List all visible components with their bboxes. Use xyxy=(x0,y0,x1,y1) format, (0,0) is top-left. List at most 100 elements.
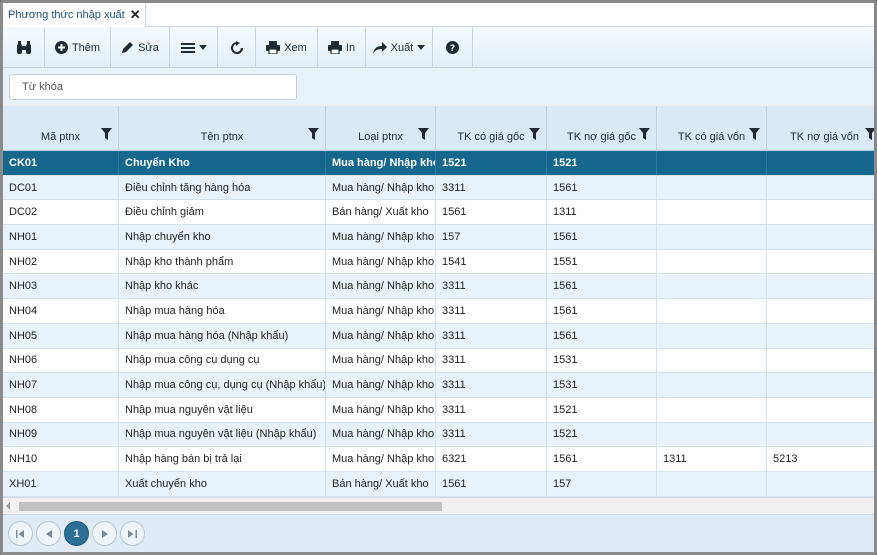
column-header[interactable]: TK nợ giá gốc xyxy=(547,106,657,151)
table-cell: Mua hàng/ Nhập kho xyxy=(326,225,436,249)
table-cell: 3311 xyxy=(436,397,547,422)
table-cell: Nhập hàng bán bị trả lại xyxy=(119,447,326,471)
help-button[interactable]: ? xyxy=(433,27,473,68)
table-cell: 1561 xyxy=(547,274,657,299)
print-label: In xyxy=(345,41,356,54)
table-cell: NH10 xyxy=(3,447,119,471)
table-cell: 3311 xyxy=(436,422,547,447)
filter-icon[interactable] xyxy=(639,128,650,143)
tab-phuong-thuc-nhap-xuat[interactable]: Phương thức nhập xuất ✕ xyxy=(3,3,146,27)
column-header[interactable]: Loại ptnx xyxy=(326,106,436,151)
prev-page-button[interactable] xyxy=(36,521,61,546)
table-cell xyxy=(767,324,874,348)
keyword-search-input[interactable] xyxy=(9,74,297,100)
filter-icon[interactable] xyxy=(529,128,540,143)
table-cell xyxy=(767,349,874,373)
scroll-left-arrow-icon[interactable] xyxy=(6,502,10,510)
table-cell xyxy=(767,250,874,274)
table-cell xyxy=(657,299,767,323)
scrollbar-thumb[interactable] xyxy=(19,502,442,511)
table-cell: Mua hàng/ Nhập kho xyxy=(326,274,436,299)
table-cell: Mua hàng/ Nhập kho xyxy=(326,348,436,373)
table-row[interactable]: DC02 Điều chỉnh giảm Bán hàng/ Xuất kho 156… xyxy=(3,200,874,226)
export-label: Xuất xyxy=(390,41,414,54)
table-cell: Nhập mua công cụ, dụng cụ (Nhập khẩu) xyxy=(119,373,326,397)
table-cell: Mua hàng/ Nhập kho xyxy=(326,249,436,274)
filter-icon[interactable] xyxy=(865,128,874,143)
export-dropdown-button[interactable]: Xuất xyxy=(366,27,433,68)
table-cell: 1541 xyxy=(436,249,547,274)
table-cell xyxy=(767,176,874,200)
table-cell xyxy=(767,373,874,397)
table-row[interactable]: NH03 Nhập kho khác Mua hàng/ Nhập kho 3311 1… xyxy=(3,274,874,300)
table-cell: NH04 xyxy=(3,299,119,323)
column-header-label: Loại ptnx xyxy=(358,131,403,143)
table-cell: NH09 xyxy=(3,422,119,447)
table-row[interactable]: XH01 Xuất chuyển kho Bán hàng/ Xuất kho 156… xyxy=(3,471,874,497)
table-cell: 1521 xyxy=(547,397,657,422)
table-cell xyxy=(657,397,767,422)
table-cell: Nhập mua nguyên vật liệu xyxy=(119,397,326,422)
search-button[interactable] xyxy=(3,27,45,68)
table-row[interactable]: DC01 Điều chỉnh tăng hàng hóa Mua hàng/ Nh… xyxy=(3,175,874,201)
column-header-label: Mã ptnx xyxy=(40,131,81,143)
view-label: Xem xyxy=(284,41,307,54)
add-button[interactable]: Thêm xyxy=(45,27,111,68)
table-row[interactable]: CK01 Chuyển Kho Mua hàng/ Nhập kho 1521 1521 xyxy=(3,151,874,176)
last-page-button[interactable] xyxy=(120,521,145,546)
horizontal-scrollbar[interactable] xyxy=(3,497,874,514)
table-cell: 1561 xyxy=(436,471,547,496)
column-header[interactable]: Mã ptnx xyxy=(3,106,119,151)
table-cell: DC02 xyxy=(3,200,119,225)
table-cell: 3311 xyxy=(436,175,547,200)
table-cell: NH06 xyxy=(3,348,119,373)
table-cell xyxy=(657,348,767,373)
table-cell: Mua hàng/ Nhập kho xyxy=(326,151,436,175)
caret-down-icon xyxy=(198,45,207,50)
column-header[interactable]: TK có giá vốn xyxy=(657,106,767,151)
filter-icon[interactable] xyxy=(418,128,429,143)
table-row[interactable]: NH07 Nhập mua công cụ, dụng cụ (Nhập khẩu… xyxy=(3,373,874,398)
prev-page-icon xyxy=(45,529,52,538)
view-button[interactable]: Xem xyxy=(256,27,318,68)
table-row[interactable]: NH02 Nhập kho thành phẩm Mua hàng/ Nhập kh… xyxy=(3,249,874,275)
table-cell: 1551 xyxy=(547,249,657,274)
column-header[interactable]: TK có giá gốc xyxy=(436,106,547,151)
filter-icon[interactable] xyxy=(101,128,112,143)
table-cell: Mua hàng/ Nhập kho xyxy=(326,323,436,348)
help-icon: ? xyxy=(446,41,459,54)
table-row[interactable]: NH05 Nhập mua hàng hóa (Nhập khẩu) Mua hàn… xyxy=(3,323,874,349)
table-cell: 3311 xyxy=(436,274,547,299)
table-row[interactable]: NH09 Nhập mua nguyên vật liệu (Nhập khẩu)… xyxy=(3,422,874,448)
table-row[interactable]: NH04 Nhập mua hàng hóa Mua hàng/ Nhập kho 3… xyxy=(3,299,874,324)
refresh-icon xyxy=(230,40,244,55)
table-cell: NH08 xyxy=(3,397,119,422)
filter-icon[interactable] xyxy=(749,128,760,143)
current-page-button[interactable]: 1 xyxy=(64,521,89,546)
grid-header: Mã ptnx Tên ptnx Loại ptnx TK có giá gốc TK … xyxy=(3,106,874,151)
table-cell: 1561 xyxy=(547,175,657,200)
printer-icon xyxy=(266,41,281,54)
menu-dropdown-button[interactable] xyxy=(170,27,218,68)
table-cell: 1561 xyxy=(547,323,657,348)
table-row[interactable]: NH10 Nhập hàng bán bị trả lại Mua hàng/ Nh… xyxy=(3,447,874,472)
binoculars-icon xyxy=(16,40,32,55)
table-row[interactable]: NH06 Nhập mua công cụ dụng cụ Mua hàng/ Nh… xyxy=(3,348,874,374)
close-icon[interactable]: ✕ xyxy=(130,7,141,23)
next-page-button[interactable] xyxy=(92,521,117,546)
table-cell: 157 xyxy=(436,225,547,249)
table-cell: 3311 xyxy=(436,323,547,348)
table-row[interactable]: NH08 Nhập mua nguyên vật liệu Mua hàng/ Nh… xyxy=(3,397,874,423)
filter-icon[interactable] xyxy=(308,128,319,143)
column-header[interactable]: Tên ptnx xyxy=(119,106,326,151)
table-cell xyxy=(767,274,874,298)
refresh-button[interactable] xyxy=(218,27,256,68)
table-cell: Nhập mua hàng hóa (Nhập khẩu) xyxy=(119,323,326,348)
edit-button[interactable]: Sửa xyxy=(111,27,170,68)
column-header[interactable]: TK nợ giá vốn xyxy=(767,106,874,151)
first-page-button[interactable] xyxy=(8,521,33,546)
table-cell: 3311 xyxy=(436,299,547,323)
table-row[interactable]: NH01 Nhập chuyển kho Mua hàng/ Nhập kho 157… xyxy=(3,225,874,250)
add-label: Thêm xyxy=(71,41,101,54)
print-button[interactable]: In xyxy=(318,27,366,68)
